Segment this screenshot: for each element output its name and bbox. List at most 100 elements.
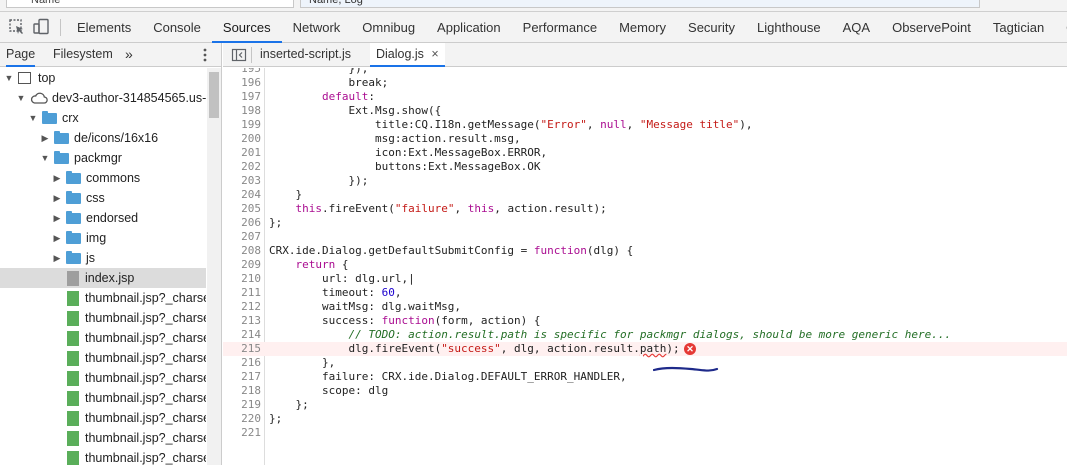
collapse-arrow-icon[interactable]: ▶ bbox=[52, 228, 62, 248]
close-tab-icon[interactable]: × bbox=[431, 47, 438, 61]
line-number[interactable]: 220 bbox=[223, 412, 261, 426]
code-editor[interactable]: 195 }); 196 break; 197 default: 198 Ext.Msg… bbox=[223, 68, 1067, 465]
code-line[interactable]: 201 icon:Ext.MessageBox.ERROR, bbox=[223, 146, 1067, 160]
tab-filesystem[interactable]: Filesystem bbox=[53, 43, 113, 67]
line-number[interactable]: 218 bbox=[223, 384, 261, 398]
expand-arrow-icon[interactable]: ▼ bbox=[16, 88, 26, 108]
tab-page[interactable]: Page bbox=[6, 43, 36, 67]
tree-item[interactable]: thumbnail.jsp?_charset_ bbox=[0, 308, 206, 328]
toggle-navigator-icon[interactable] bbox=[231, 47, 247, 63]
device-toggle-icon[interactable] bbox=[32, 18, 50, 36]
line-number[interactable]: 205 bbox=[223, 202, 261, 216]
code-line[interactable]: 202 buttons:Ext.MessageBox.OK bbox=[223, 160, 1067, 174]
tree-item[interactable]: ▼ dev3-author-314854565.us-ea bbox=[0, 88, 206, 108]
code-line[interactable]: 210 url: dlg.url,| bbox=[223, 272, 1067, 286]
code-line[interactable]: 218 scope: dlg bbox=[223, 384, 1067, 398]
tree-item[interactable]: thumbnail.jsp?_charset_ bbox=[0, 448, 206, 465]
code-line[interactable]: 217 failure: CRX.ide.Dialog.DEFAULT_ERRO… bbox=[223, 370, 1067, 384]
error-icon[interactable]: ✕ bbox=[684, 343, 696, 355]
line-number[interactable]: 207 bbox=[223, 230, 261, 244]
inspect-element-icon[interactable] bbox=[8, 18, 26, 36]
line-number[interactable]: 199 bbox=[223, 118, 261, 132]
scrollbar-thumb[interactable] bbox=[209, 72, 219, 118]
line-number[interactable]: 203 bbox=[223, 174, 261, 188]
line-number[interactable]: 212 bbox=[223, 300, 261, 314]
line-number[interactable]: 221 bbox=[223, 426, 261, 440]
code-line[interactable]: 206}; bbox=[223, 216, 1067, 230]
tab-aqa[interactable]: AQA bbox=[832, 12, 881, 43]
tree-item[interactable]: ▶ js bbox=[0, 248, 206, 268]
line-number[interactable]: 215 bbox=[223, 342, 261, 356]
code-line[interactable]: 200 msg:action.result.msg, bbox=[223, 132, 1067, 146]
line-number[interactable]: 208 bbox=[223, 244, 261, 258]
code-line[interactable]: 204 } bbox=[223, 188, 1067, 202]
collapse-arrow-icon[interactable]: ▶ bbox=[52, 168, 62, 188]
tree-item[interactable]: ▶ css bbox=[0, 188, 206, 208]
tab-lighthouse[interactable]: Lighthouse bbox=[746, 12, 832, 43]
collapse-arrow-icon[interactable]: ▶ bbox=[52, 188, 62, 208]
code-line[interactable]: 220}; bbox=[223, 412, 1067, 426]
code-line[interactable]: 207 bbox=[223, 230, 1067, 244]
log-field[interactable]: Name, Log bbox=[300, 0, 980, 8]
code-line[interactable]: 211 timeout: 60, bbox=[223, 286, 1067, 300]
tree-item[interactable]: ▶ commons bbox=[0, 168, 206, 188]
line-number[interactable]: 197 bbox=[223, 90, 261, 104]
collapse-arrow-icon[interactable]: ▶ bbox=[40, 128, 50, 148]
line-number[interactable]: 201 bbox=[223, 146, 261, 160]
tree-scrollbar[interactable] bbox=[207, 68, 221, 465]
tree-item[interactable]: thumbnail.jsp?_charset_ bbox=[0, 388, 206, 408]
line-number[interactable]: 217 bbox=[223, 370, 261, 384]
tab-tagtician[interactable]: Tagtician bbox=[982, 12, 1055, 43]
tab-sources[interactable]: Sources bbox=[211, 12, 282, 43]
tree-item[interactable]: thumbnail.jsp?_charset_ bbox=[0, 288, 206, 308]
tree-item[interactable]: ▶ img bbox=[0, 228, 206, 248]
expand-arrow-icon[interactable]: ▼ bbox=[4, 68, 14, 88]
tab-network[interactable]: Network bbox=[282, 12, 352, 43]
tab-security[interactable]: Security bbox=[677, 12, 746, 43]
tree-item[interactable]: ▶ endorsed bbox=[0, 208, 206, 228]
tab-dialog-js[interactable]: Dialog.js × bbox=[370, 43, 445, 67]
line-number[interactable]: 198 bbox=[223, 104, 261, 118]
code-line[interactable]: 208 CRX.ide.Dialog.getDefaultSubmitConfig… bbox=[223, 244, 1067, 258]
tree-item[interactable]: ▼ packmgr bbox=[0, 148, 206, 168]
line-number[interactable]: 211 bbox=[223, 286, 261, 300]
name-field[interactable]: Name bbox=[6, 0, 294, 8]
expand-arrow-icon[interactable]: ▼ bbox=[28, 108, 38, 128]
code-line[interactable]: 213 success: function(form, action) { bbox=[223, 314, 1067, 328]
code-line[interactable]: 203 }); bbox=[223, 174, 1067, 188]
line-number[interactable]: 216 bbox=[223, 356, 261, 370]
code-line[interactable]: 198 Ext.Msg.show({ bbox=[223, 104, 1067, 118]
code-line[interactable]: 196 break; bbox=[223, 76, 1067, 90]
line-number[interactable]: 209 bbox=[223, 258, 261, 272]
tree-item[interactable]: ▼ top bbox=[0, 68, 206, 88]
line-number[interactable]: 210 bbox=[223, 272, 261, 286]
code-line[interactable]: 195 }); bbox=[223, 68, 1067, 76]
tab-performance[interactable]: Performance bbox=[512, 12, 608, 43]
tree-item[interactable]: ▼ crx bbox=[0, 108, 206, 128]
tree-item[interactable]: ▶ de/icons/16x16 bbox=[0, 128, 206, 148]
tab-inserted-script[interactable]: inserted-script.js bbox=[260, 43, 351, 67]
tree-item[interactable]: thumbnail.jsp?_charset_ bbox=[0, 368, 206, 388]
line-number[interactable]: 214 bbox=[223, 328, 261, 342]
tree-item[interactable]: index.jsp bbox=[0, 268, 206, 288]
code-line[interactable]: 216 }, bbox=[223, 356, 1067, 370]
code-line[interactable]: 221 bbox=[223, 426, 1067, 440]
tree-item[interactable]: thumbnail.jsp?_charset_ bbox=[0, 328, 206, 348]
line-number[interactable]: 195 bbox=[223, 68, 261, 76]
tab-elements[interactable]: Elements bbox=[66, 12, 142, 43]
tree-item[interactable]: thumbnail.jsp?_charset_ bbox=[0, 408, 206, 428]
code-line[interactable]: 219 }; bbox=[223, 398, 1067, 412]
line-number[interactable]: 219 bbox=[223, 398, 261, 412]
line-number[interactable]: 196 bbox=[223, 76, 261, 90]
line-number[interactable]: 200 bbox=[223, 132, 261, 146]
code-line[interactable]: 212 waitMsg: dlg.waitMsg, bbox=[223, 300, 1067, 314]
line-number[interactable]: 202 bbox=[223, 160, 261, 174]
code-line[interactable]: 215 dlg.fireEvent("success", dlg, action… bbox=[223, 342, 1067, 356]
more-tabs-button[interactable]: » bbox=[125, 43, 133, 67]
kebab-menu-icon[interactable] bbox=[203, 48, 207, 62]
line-number[interactable]: 204 bbox=[223, 188, 261, 202]
code-line[interactable]: 214 // TODO: action.result.path is speci… bbox=[223, 328, 1067, 342]
code-line[interactable]: 197 default: bbox=[223, 90, 1067, 104]
collapse-arrow-icon[interactable]: ▶ bbox=[52, 208, 62, 228]
tab-observepoint[interactable]: ObservePoint bbox=[881, 12, 982, 43]
